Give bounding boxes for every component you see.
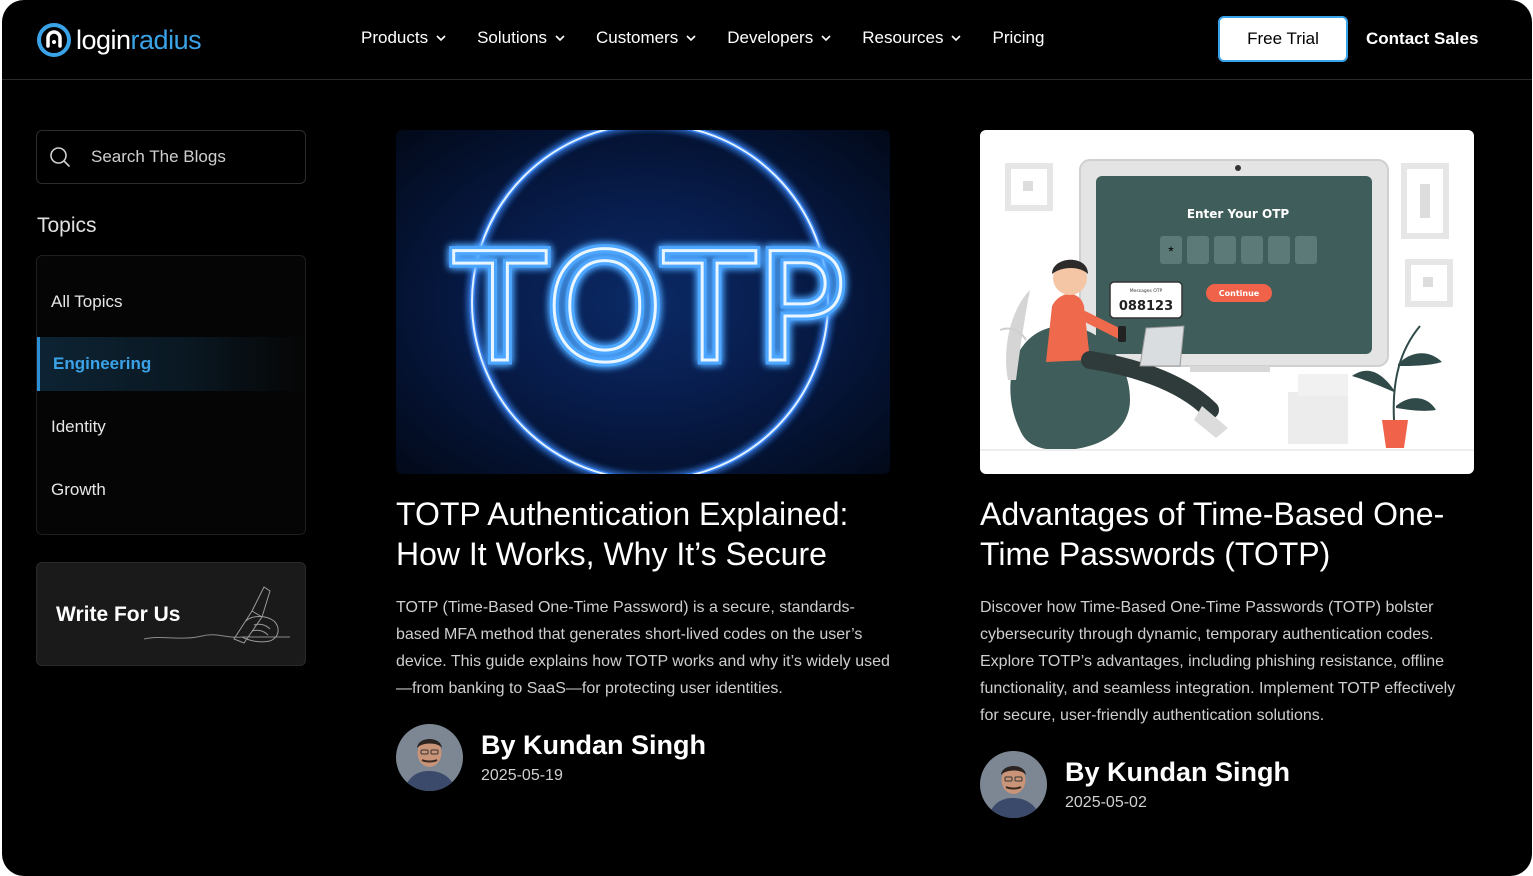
topic-growth[interactable]: Growth bbox=[37, 463, 305, 517]
topic-engineering[interactable]: Engineering bbox=[37, 337, 305, 391]
avatar[interactable] bbox=[980, 751, 1047, 818]
nav-label: Developers bbox=[727, 28, 814, 47]
loginradius-logo-icon bbox=[37, 23, 71, 57]
topic-all-topics[interactable]: All Topics bbox=[37, 275, 305, 329]
author-avatar-image bbox=[980, 751, 1047, 818]
post-date: 2025-05-19 bbox=[481, 767, 563, 784]
nav-pricing[interactable]: Pricing bbox=[992, 28, 1044, 48]
author-info: By Kundan Singh 2025-05-19 bbox=[481, 730, 706, 785]
topic-label: Engineering bbox=[53, 354, 152, 373]
topic-label: All Topics bbox=[51, 292, 123, 311]
neon-sign-graphic: TOTP TOTP bbox=[449, 130, 850, 474]
otp-continue-label: Continue bbox=[1219, 289, 1260, 298]
author-name[interactable]: By Kundan Singh bbox=[481, 730, 706, 761]
post-author: By Kundan Singh 2025-05-19 bbox=[396, 724, 890, 791]
search-icon bbox=[50, 147, 70, 167]
post-title[interactable]: Advantages of Time-Based One-Time Passwo… bbox=[980, 494, 1474, 574]
author-info: By Kundan Singh 2025-05-02 bbox=[1065, 757, 1290, 812]
post-description: TOTP (Time-Based One-Time Password) is a… bbox=[396, 599, 890, 697]
chevron-down-icon bbox=[686, 35, 696, 42]
search-box bbox=[36, 130, 306, 184]
nav-label: Solutions bbox=[477, 28, 548, 47]
page: loginradius Products Solutions Customers… bbox=[2, 0, 1532, 876]
nav-solutions[interactable]: Solutions bbox=[477, 28, 566, 48]
otp-message-label: Messages OTP bbox=[1130, 288, 1163, 294]
main-nav: Products Solutions Customers Developers … bbox=[361, 28, 1074, 48]
topics-list: All Topics Engineering Identity Growth bbox=[36, 255, 306, 535]
neon-text: TOTP bbox=[453, 222, 846, 396]
chevron-down-icon bbox=[436, 35, 446, 42]
write-for-us-card[interactable]: Write For Us bbox=[36, 562, 306, 666]
post-title[interactable]: TOTP Authentication Explained: How It Wo… bbox=[396, 494, 890, 574]
neon-totp-sign-image[interactable]: TOTP TOTP bbox=[396, 130, 890, 474]
blog-card[interactable]: TOTP TOTP TOTP Authentication Explained:… bbox=[396, 130, 890, 791]
logo-text-radius: radius bbox=[130, 24, 202, 55]
author-name[interactable]: By Kundan Singh bbox=[1065, 757, 1290, 788]
chevron-down-icon bbox=[821, 35, 831, 42]
avatar[interactable] bbox=[396, 724, 463, 791]
nav-label: Resources bbox=[862, 28, 944, 47]
nav-resources[interactable]: Resources bbox=[862, 28, 962, 48]
svg-text:*: * bbox=[1168, 243, 1174, 259]
post-description: Discover how Time-Based One-Time Passwor… bbox=[980, 599, 1456, 724]
logo-text-login: login bbox=[76, 24, 131, 55]
chevron-down-icon bbox=[951, 35, 962, 42]
chevron-down-icon bbox=[555, 35, 565, 42]
topic-label: Identity bbox=[51, 417, 106, 436]
nav-customers[interactable]: Customers bbox=[596, 28, 697, 48]
otp-screen-title: Enter Your OTP bbox=[1187, 207, 1290, 221]
otp-illustration-image[interactable]: Enter Your OTP * Continue Messages OTP 0… bbox=[980, 130, 1474, 474]
blog-card[interactable]: Enter Your OTP * Continue Messages OTP 0… bbox=[980, 130, 1474, 818]
post-author: By Kundan Singh 2025-05-02 bbox=[980, 751, 1474, 818]
topic-label: Growth bbox=[51, 480, 106, 499]
site-header: loginradius Products Solutions Customers… bbox=[2, 0, 1532, 80]
logo[interactable]: loginradius bbox=[36, 20, 202, 60]
post-date: 2025-05-02 bbox=[1065, 794, 1147, 811]
nav-products[interactable]: Products bbox=[361, 28, 447, 48]
contact-sales-link[interactable]: Contact Sales bbox=[1366, 29, 1478, 49]
nav-developers[interactable]: Developers bbox=[727, 28, 832, 48]
otp-illustration-graphic: Enter Your OTP * Continue Messages OTP 0… bbox=[980, 159, 1474, 451]
author-avatar-image bbox=[396, 724, 463, 791]
topics-heading: Topics bbox=[37, 214, 97, 237]
search-input[interactable] bbox=[91, 147, 291, 167]
logo-text: loginradius bbox=[76, 24, 202, 56]
nav-label: Customers bbox=[596, 28, 679, 47]
topic-identity[interactable]: Identity bbox=[37, 400, 305, 454]
hand-writing-icon bbox=[143, 586, 290, 644]
nav-label: Pricing bbox=[992, 28, 1045, 47]
otp-code: 088123 bbox=[1119, 299, 1173, 314]
nav-label: Products bbox=[361, 28, 429, 47]
free-trial-button[interactable]: Free Trial bbox=[1218, 16, 1348, 62]
